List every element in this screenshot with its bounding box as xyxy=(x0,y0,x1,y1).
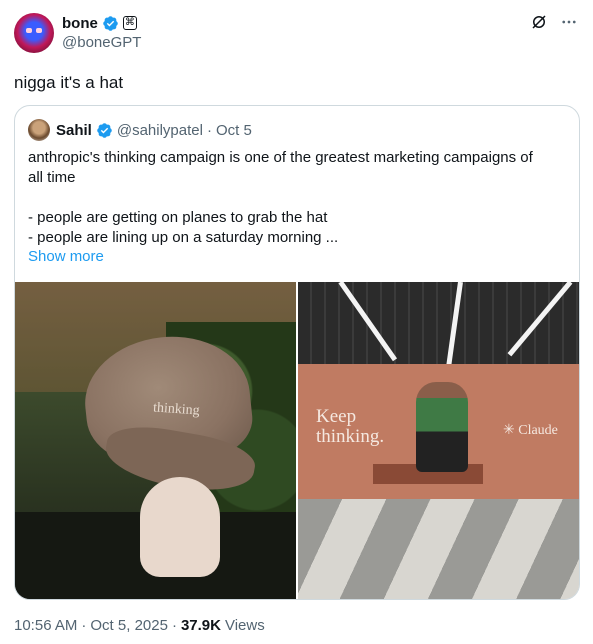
separator: · xyxy=(206,121,212,139)
tweet-time[interactable]: 10:56 AM xyxy=(14,617,77,634)
verified-badge-icon[interactable] xyxy=(96,122,113,139)
tweet-date[interactable]: Oct 5, 2025 xyxy=(90,617,168,634)
verified-badge-icon[interactable] xyxy=(102,15,119,32)
avatar-eye-right xyxy=(36,28,42,33)
author-display-name[interactable]: bone xyxy=(62,15,98,32)
quoted-media: thinking Keep thinking. ✳ Claude xyxy=(15,282,579,599)
photo-hand xyxy=(140,477,220,577)
billboard-headline-line: Keep xyxy=(316,406,357,427)
avatar-eye-left xyxy=(26,28,32,33)
grok-icon[interactable] xyxy=(529,12,549,32)
quoted-tweet-text: anthropic's thinking campaign is one of … xyxy=(28,148,568,248)
author-avatar[interactable] xyxy=(14,13,54,53)
billboard-headline: Keep thinking. xyxy=(316,407,384,447)
views-label: Views xyxy=(224,617,265,634)
quoted-author-avatar[interactable] xyxy=(28,119,50,141)
author-name-row: bone ⌘ xyxy=(62,13,137,33)
show-more-link[interactable]: Show more xyxy=(28,248,104,265)
affiliate-badge[interactable]: ⌘ xyxy=(122,16,137,30)
tweet-top-actions xyxy=(529,12,579,32)
quoted-text-line: all time xyxy=(28,169,76,186)
billboard-person xyxy=(416,382,468,472)
quoted-tweet-date[interactable]: Oct 5 xyxy=(216,122,252,139)
billboard-photo[interactable]: Keep thinking. ✳ Claude xyxy=(298,282,579,599)
separator: · xyxy=(171,617,177,634)
tweet-meta: 10:56 AM · Oct 5, 2025 · 37.9K Views xyxy=(14,617,265,634)
billboard-brand-text: Claude xyxy=(518,423,558,438)
quoted-text-line: - people are lining up on a saturday mor… xyxy=(28,229,339,246)
claude-logo-icon: ✳ xyxy=(503,423,515,438)
author-handle[interactable]: @boneGPT xyxy=(62,34,141,51)
cap-embroidery-text: thinking xyxy=(152,400,201,419)
billboard-headline-line: thinking. xyxy=(316,426,385,447)
quoted-tweet[interactable]: Sahil @sahilypatel · Oct 5 anthropic's t… xyxy=(14,105,580,600)
photo-floor xyxy=(298,499,579,599)
quoted-text-blank-line xyxy=(28,188,568,208)
quoted-text-line: - people are getting on planes to grab t… xyxy=(28,209,328,226)
tweet-text: nigga it's a hat xyxy=(14,73,124,92)
billboard-brand: ✳ Claude xyxy=(503,422,558,439)
views-count[interactable]: 37.9K xyxy=(181,617,221,634)
quoted-author-name[interactable]: Sahil xyxy=(56,122,92,139)
separator: · xyxy=(81,617,87,634)
quoted-author-handle[interactable]: @sahilypatel xyxy=(117,122,203,139)
more-icon[interactable] xyxy=(559,12,579,32)
quoted-text-line: anthropic's thinking campaign is one of … xyxy=(28,149,533,166)
hat-photo[interactable]: thinking xyxy=(15,282,296,599)
quoted-tweet-header: Sahil @sahilypatel · Oct 5 xyxy=(28,119,252,141)
